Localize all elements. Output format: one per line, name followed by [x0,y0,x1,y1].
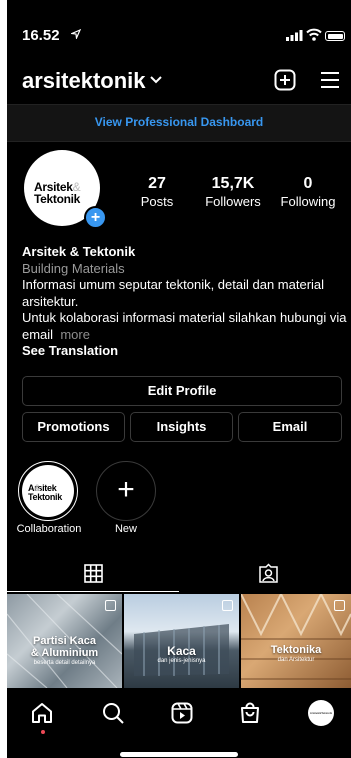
profile-tabs [7,556,351,592]
followers-label: Followers [205,194,261,209]
see-translation-link[interactable]: See Translation [22,343,347,360]
post-2-title: Kaca [167,644,196,658]
new-highlight-button[interactable]: + [96,461,156,521]
following-label: Following [280,194,336,209]
username-title[interactable]: arsitektonik [22,68,146,94]
post-thumbnail-2[interactable]: Kaca dan jenis-jenisnya [124,594,239,688]
following-count: 0 [303,175,313,192]
post-3-subtitle: dan Arsitektur [277,657,315,663]
home-icon[interactable] [31,702,53,724]
posts-label: Posts [140,194,174,209]
post-1-title-1: Partisi Kaca [33,635,96,647]
followers-count: 15,7K [211,175,255,192]
reels-icon[interactable] [171,702,193,724]
category-label: Building Materials [22,260,125,276]
post-2-subtitle: dan jenis-jenisnya [157,658,206,664]
post-thumbnail-3[interactable]: Tektonika dan Arsitektur [241,594,351,688]
stat-posts[interactable]: 27 Posts [131,175,183,209]
bottom-navigation: Arsitek&Tektonik [7,690,351,738]
status-time: 16.52 [22,27,60,44]
profile-header: arsitektonik [7,64,351,100]
avatar-logo-text-2: Tektonik [34,192,81,206]
carousel-icon [222,600,233,611]
signal-icon [286,30,303,41]
notification-dot [41,730,45,734]
chevron-down-icon[interactable] [150,76,162,84]
stat-followers[interactable]: 15,7K Followers [199,175,267,209]
stat-following[interactable]: 0 Following [276,175,340,209]
home-indicator [120,752,238,757]
add-story-icon[interactable]: + [84,206,107,229]
shop-icon[interactable] [239,702,261,724]
status-bar: 16.52 [7,0,351,44]
posts-count: 27 [148,175,166,192]
highlight-new-label: New [114,523,137,535]
post-3-title: Tektonika [270,644,322,656]
display-name: Arsitek & Tektonik [22,244,136,259]
post-1-title-2: & Aluminium [30,647,99,659]
insights-button[interactable]: Insights [130,412,233,442]
post-1-subtitle: beserta detail detailnya [33,660,96,666]
carousel-icon [334,600,345,611]
location-arrow-icon [71,29,81,39]
instagram-profile-screen: 16.52 arsitektonik View Professional Das… [7,0,351,758]
grid-icon[interactable] [84,564,103,583]
nav-avatar-logo: Arsitek&Tektonik [309,711,333,715]
edit-profile-button[interactable]: Edit Profile [22,376,342,406]
profile-avatar[interactable]: Arsitek&Tektonik [308,700,334,726]
wifi-icon [306,28,322,41]
highlight-logo: Arsitek & Tektonik [22,465,74,517]
active-tab-indicator [7,591,179,592]
tagged-icon[interactable] [258,563,279,584]
promotions-button[interactable]: Promotions [22,412,125,442]
professional-dashboard-link[interactable]: View Professional Dashboard [7,105,351,139]
carousel-icon [105,600,116,611]
profile-bio: Arsitek & Tektonik Building Materials In… [22,244,347,360]
bio-line-1: Informasi umum seputar tektonik, detail … [22,277,325,309]
plus-square-icon[interactable] [274,69,296,91]
highlight-collaboration[interactable]: Arsitek & Tektonik [18,461,78,521]
professional-dashboard-bar[interactable]: View Professional Dashboard [7,104,351,142]
more-link[interactable]: more [60,327,90,342]
post-thumbnail-1[interactable]: Partisi Kaca & Aluminium beserta detail … [7,594,122,688]
email-button[interactable]: Email [238,412,342,442]
highlight-collaboration-label: Collaboration [16,523,82,535]
search-icon[interactable] [102,702,124,724]
hamburger-menu-icon[interactable] [319,69,341,91]
battery-icon [325,31,345,41]
